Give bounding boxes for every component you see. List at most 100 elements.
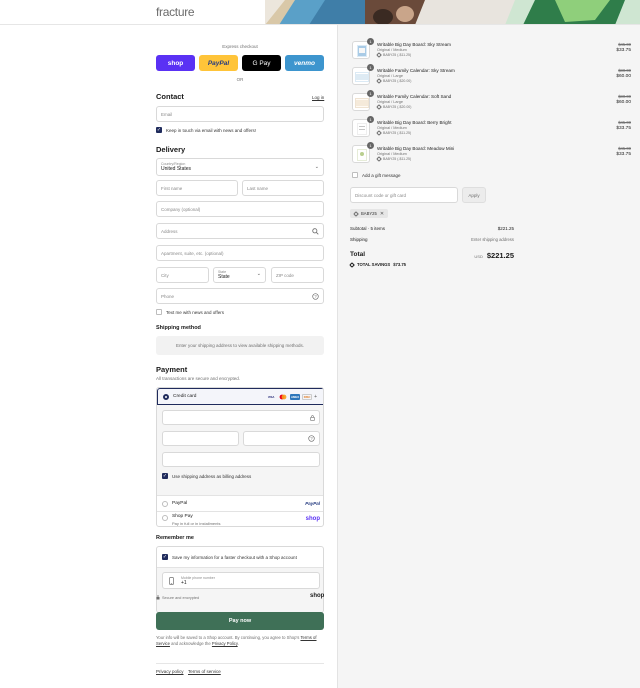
credit-card-option[interactable]: Credit card VISA AMEX DISC + [157,388,323,405]
google-pay-button[interactable]: G Pay [242,55,281,71]
shoppay-label: Shop Pay [172,514,193,519]
news-checkbox-row[interactable]: ✓ Keep in touch via email with news and … [156,127,256,133]
first-name-field[interactable]: First name [156,180,238,196]
paypal-option[interactable]: PayPal PayPal [157,495,323,511]
item-variant: Original / Medium [377,152,407,156]
privacy-link[interactable]: Privacy Policy [212,641,238,646]
name-on-card-field[interactable] [162,452,320,467]
billing-checkbox-row[interactable]: ✓ Use shipping address as billing addres… [162,473,251,479]
shipping-info-text: Enter your shipping address to view avai… [175,343,305,348]
login-link[interactable]: Log in [312,95,324,100]
subtotal-value: $221.25 [497,226,514,231]
country-value: United States [161,166,192,172]
payment-subtitle: All transactions are secure and encrypte… [156,376,241,381]
save-info-checkbox[interactable]: ✓ [162,554,168,560]
email-field[interactable]: Email [156,106,324,122]
mobile-phone-field[interactable]: Mobile phone number +1 [162,572,320,589]
address-placeholder: Address [161,228,178,234]
shoppay-logo: shop [305,516,320,522]
close-icon[interactable]: ✕ [380,211,384,217]
phone-placeholder: Phone [161,293,175,299]
news-checkbox[interactable]: ✓ [156,127,162,133]
item-title: Writable Big Day Board: Berry Bright [377,120,452,125]
city-field[interactable]: City [156,267,209,283]
payment-title: Payment [156,365,188,374]
remember-box: ✓ Save my information for a faster check… [156,546,324,613]
applied-code-chip: BABY25 ✕ [350,209,389,218]
item-variant: Original / Large [377,74,403,78]
last-name-placeholder: Last name [247,185,269,191]
help-icon[interactable]: ? [308,435,315,442]
credit-card-label: Credit card [173,394,197,399]
phone-field[interactable]: Phone ? [156,288,324,304]
item-title: Writable Family Calendar: Sky Stream [377,68,455,73]
apartment-field[interactable]: Apartment, suite, etc. (optional) [156,245,324,261]
first-name-placeholder: First name [161,185,183,191]
shop-pay-button[interactable]: shop [156,55,195,71]
security-code-field[interactable]: ? [243,431,320,446]
apply-button[interactable]: Apply [462,187,486,203]
tag-icon [376,104,382,110]
visa-icon: VISA [267,395,275,399]
venmo-button[interactable]: venmo [285,55,324,71]
help-icon[interactable]: ? [312,293,319,300]
shipping-value: Enter shipping address [471,237,514,242]
lock-icon [156,595,160,600]
footer-divider [156,663,324,664]
save-info-row[interactable]: ✓ Save my information for a faster check… [162,554,297,560]
item-old-price: $80.00 [618,68,631,73]
logo-text: fracture [156,5,195,19]
gift-message-row[interactable]: Add a gift message [352,172,401,178]
card-number-field[interactable] [162,410,320,425]
brand-logo[interactable]: fracture [156,5,195,19]
company-placeholder: Company (optional) [161,206,201,212]
paypal-radio[interactable] [162,500,168,507]
pay-now-button[interactable]: Pay now [156,612,324,630]
item-discount-text: BABY25 (-$11.25) [383,53,412,57]
news-label: Keep in touch via email with news and of… [166,127,256,133]
item-discount: BABY25 (-$11.25) [376,52,412,58]
delivery-title: Delivery [156,145,186,154]
state-value: State [218,274,230,280]
shoppay-radio[interactable] [162,515,168,521]
last-name-field[interactable]: Last name [242,180,324,196]
paypal-button[interactable]: PayPal [199,55,238,71]
legal-period: . [237,641,239,646]
company-field[interactable]: Company (optional) [156,201,324,217]
text-offers-row[interactable]: Text me with news and offers [156,309,224,315]
item-discount: BABY25 (-$20.00) [376,104,411,110]
header: fracture [0,0,640,25]
country-select[interactable]: Country/Region United States ⌄ [156,158,324,176]
item-variant: Original / Medium [377,48,407,52]
item-old-price: $80.00 [618,94,631,99]
privacy-policy-link[interactable]: Privacy policy [156,669,184,674]
state-select[interactable]: State State ⌄ [213,267,266,283]
discount-code-field[interactable]: Discount code or gift card [350,187,458,203]
gift-message-checkbox[interactable] [352,172,358,178]
zip-field[interactable]: ZIP code [271,267,324,283]
lock-icon [310,415,315,421]
shoppay-option[interactable]: Shop Pay Pay in full or in installments … [157,511,323,526]
tag-icon [353,210,359,217]
item-old-price: $45.00 [618,120,631,125]
item-price: $60.00 [616,100,631,105]
chevron-down-icon: ⌄ [314,164,319,170]
address-field[interactable]: Address [156,223,324,239]
item-discount-text: BABY25 (-$20.00) [383,79,412,83]
shipping-method-title: Shipping method [156,325,201,331]
text-offers-checkbox[interactable] [156,309,162,315]
legal-text-1: Your info will be saved to a Shop accoun… [156,635,300,640]
cart-item: 1 Writable Big Day Board: Sky Stream Ori… [352,38,631,62]
quantity-badge: 1 [367,38,374,45]
tag-icon [376,130,382,136]
tag-icon [376,52,382,58]
remember-me-title: Remember me [156,535,194,541]
terms-of-service-link[interactable]: Terms of service [188,669,221,674]
billing-label: Use shipping address as billing address [172,473,252,479]
expiry-field[interactable] [162,431,239,446]
billing-checkbox[interactable]: ✓ [162,473,168,479]
item-variant: Original / Medium [377,126,407,130]
cart-item: 1 Writable Family Calendar: Sky Stream O… [352,64,631,88]
search-icon [312,228,319,235]
credit-card-radio[interactable] [163,393,169,400]
